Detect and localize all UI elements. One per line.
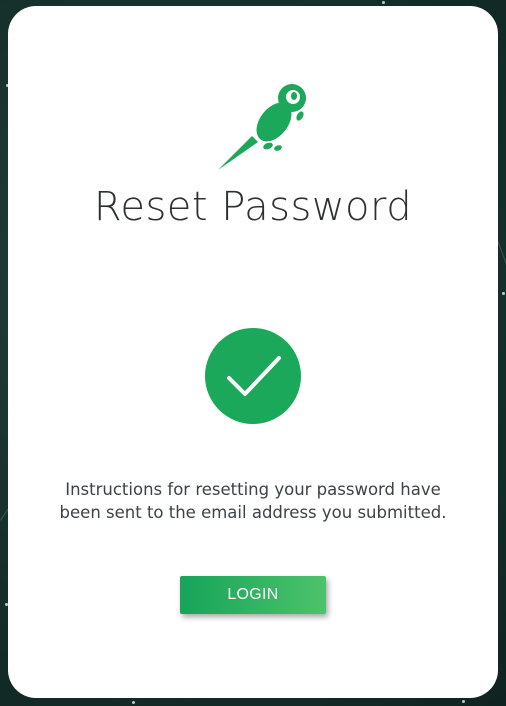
background-star [502, 292, 505, 295]
login-button[interactable]: LOGIN [180, 576, 326, 614]
background-line [497, 240, 506, 269]
confirmation-message: Instructions for resetting your password… [59, 480, 447, 522]
background-star [382, 1, 385, 4]
background-star [462, 700, 465, 703]
page-title: Reset Password [93, 184, 413, 230]
reset-password-card: Reset Password Instructions for resettin… [8, 6, 498, 698]
success-checkmark-icon [205, 328, 301, 424]
rocket-astronaut-icon [216, 76, 316, 172]
background-star [132, 701, 135, 704]
